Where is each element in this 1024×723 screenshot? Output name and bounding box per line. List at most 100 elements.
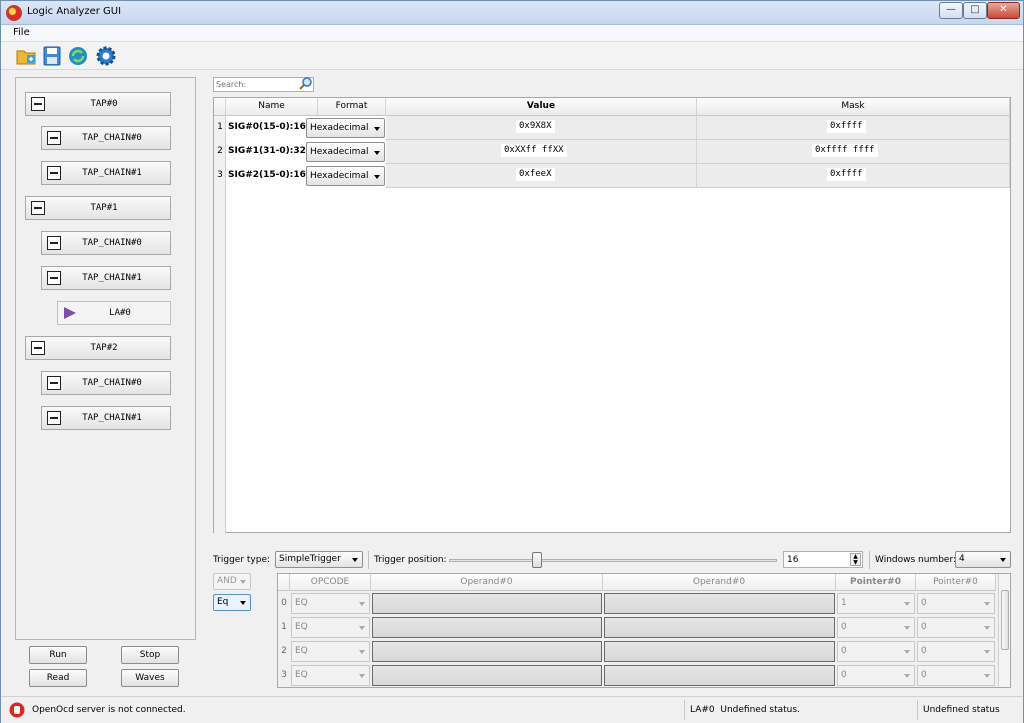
pointer-select[interactable]: 1 [837, 593, 915, 614]
trigger-condition-grid: OPCODE Operand#0 Operand#0 Pointer#0 Poi… [277, 573, 1011, 688]
value-cell[interactable]: 0xfeeX [386, 164, 697, 188]
opcode-select[interactable]: EQ [291, 641, 370, 662]
open-folder-icon[interactable] [15, 45, 37, 67]
title-bar: Logic Analyzer GUI — □ ✕ [1, 1, 1023, 25]
tree-node-tap2-chain1[interactable]: TAP_CHAIN#1 [41, 406, 171, 430]
tree-node-tap2-chain0[interactable]: TAP_CHAIN#0 [41, 371, 171, 395]
maximize-button[interactable]: □ [963, 2, 987, 19]
column-header-opcode[interactable]: OPCODE [290, 574, 371, 591]
signal-name: SIG#0(15-0):16 [228, 122, 306, 132]
value-cell[interactable]: 0x9X8X [386, 116, 697, 140]
pointer-select[interactable]: 0 [837, 665, 915, 686]
pointer-select[interactable]: 0 [917, 617, 995, 638]
column-header-mask[interactable]: Mask [697, 98, 1010, 116]
trigger-position-spinbox[interactable]: 16 ▲ ▼ [783, 551, 863, 568]
column-header-format[interactable]: Format [318, 98, 386, 116]
column-header-pointer0[interactable]: Pointer#0 [836, 574, 916, 591]
mask-cell[interactable]: 0xffff ffff [697, 140, 1010, 164]
trigger-position-slider[interactable] [532, 552, 543, 568]
format-select[interactable]: Hexadecimal [306, 118, 385, 138]
pointer-select[interactable]: 0 [917, 593, 995, 614]
table-row[interactable]: 3 EQ 0 0 [278, 663, 996, 687]
trigger-position-track [449, 559, 777, 562]
collapse-icon[interactable] [47, 131, 61, 145]
windows-number-select[interactable]: 4 [955, 551, 1011, 568]
run-button[interactable]: Run [29, 646, 87, 664]
column-header-operand1[interactable]: Operand#0 [603, 574, 836, 591]
and-select[interactable]: AND [213, 573, 251, 590]
format-select[interactable]: Hexadecimal [306, 142, 385, 162]
dropdown-arrow-icon [374, 127, 380, 131]
settings-gear-icon[interactable] [95, 45, 117, 67]
operand-field[interactable] [372, 617, 602, 638]
tree-node-la0[interactable]: LA#0 [57, 301, 171, 325]
column-header-operand0[interactable]: Operand#0 [371, 574, 603, 591]
spin-arrows-icon[interactable]: ▲ ▼ [850, 553, 861, 566]
column-header-value[interactable]: Value [386, 98, 697, 116]
table-row[interactable]: 2 SIG#1(31-0):32 Hexadecimal 0xXXff ffXX… [214, 140, 1010, 164]
table-row[interactable]: 0 EQ 1 0 [278, 591, 996, 615]
tree-node-tap1-chain1[interactable]: TAP_CHAIN#1 [41, 266, 171, 290]
column-header-name[interactable]: Name [226, 98, 318, 116]
pointer-select[interactable]: 0 [917, 641, 995, 662]
dropdown-arrow-icon [984, 650, 990, 654]
dropdown-arrow-icon [1000, 558, 1006, 562]
minimize-button[interactable]: — [939, 2, 963, 19]
eq-select[interactable]: Eq [213, 594, 251, 611]
collapse-icon[interactable] [31, 97, 45, 111]
scrollbar-thumb[interactable] [1001, 590, 1009, 650]
signal-name: SIG#2(15-0):16 [228, 170, 306, 180]
signal-table: Name Format Value Mask 1 SIG#0(15-0):16 … [213, 97, 1011, 534]
mask-cell[interactable]: 0xffff [697, 116, 1010, 140]
collapse-icon[interactable] [47, 411, 61, 425]
table-row[interactable]: 1 SIG#0(15-0):16 Hexadecimal 0x9X8X 0xff… [214, 116, 1010, 140]
operand-field[interactable] [372, 665, 602, 686]
value-cell[interactable]: 0xXXff ffXX [386, 140, 697, 164]
stop-button[interactable]: Stop [121, 646, 179, 664]
tree-node-tap2[interactable]: TAP#2 [25, 336, 171, 360]
table-row[interactable]: 1 EQ 0 0 [278, 615, 996, 639]
table-row[interactable]: 3 SIG#2(15-0):16 Hexadecimal 0xfeeX 0xff… [214, 164, 1010, 188]
menu-file[interactable]: File [13, 27, 30, 38]
tree-node-tap0-chain0[interactable]: TAP_CHAIN#0 [41, 126, 171, 150]
dropdown-arrow-icon [359, 626, 365, 630]
operand-field[interactable] [372, 641, 602, 662]
pointer-select[interactable]: 0 [917, 665, 995, 686]
pointer-select[interactable]: 0 [837, 641, 915, 662]
dropdown-arrow-icon [904, 650, 910, 654]
tree-node-tap1[interactable]: TAP#1 [25, 196, 171, 220]
opcode-select[interactable]: EQ [291, 617, 370, 638]
opcode-select[interactable]: EQ [291, 593, 370, 614]
collapse-icon[interactable] [47, 166, 61, 180]
trigger-settings-row: Trigger type: SimpleTrigger Trigger posi… [213, 550, 1013, 570]
operand-field[interactable] [372, 593, 602, 614]
mask-cell[interactable]: 0xffff [697, 164, 1010, 188]
tree-node-tap1-chain0[interactable]: TAP_CHAIN#0 [41, 231, 171, 255]
tree-node-tap0[interactable]: TAP#0 [25, 92, 171, 116]
search-icon[interactable] [299, 76, 313, 90]
table-row[interactable]: 2 EQ 0 0 [278, 639, 996, 663]
operand-field[interactable] [604, 593, 835, 614]
column-header-pointer1[interactable]: Pointer#0 [916, 574, 996, 591]
dropdown-arrow-icon [359, 674, 365, 678]
operand-field[interactable] [604, 617, 835, 638]
collapse-icon[interactable] [47, 376, 61, 390]
collapse-icon[interactable] [31, 341, 45, 355]
separator [368, 551, 369, 569]
waves-button[interactable]: Waves [121, 669, 179, 687]
vertical-scrollbar[interactable] [998, 574, 1010, 687]
save-icon[interactable] [41, 45, 63, 67]
tree-node-tap0-chain1[interactable]: TAP_CHAIN#1 [41, 161, 171, 185]
opcode-select[interactable]: EQ [291, 665, 370, 686]
collapse-icon[interactable] [31, 201, 45, 215]
collapse-icon[interactable] [47, 236, 61, 250]
refresh-icon[interactable] [67, 45, 89, 67]
collapse-icon[interactable] [47, 271, 61, 285]
trigger-type-select[interactable]: SimpleTrigger [275, 551, 363, 568]
close-button[interactable]: ✕ [987, 2, 1020, 19]
operand-field[interactable] [604, 641, 835, 662]
operand-field[interactable] [604, 665, 835, 686]
read-button[interactable]: Read [29, 669, 87, 687]
format-select[interactable]: Hexadecimal [306, 166, 385, 186]
pointer-select[interactable]: 0 [837, 617, 915, 638]
